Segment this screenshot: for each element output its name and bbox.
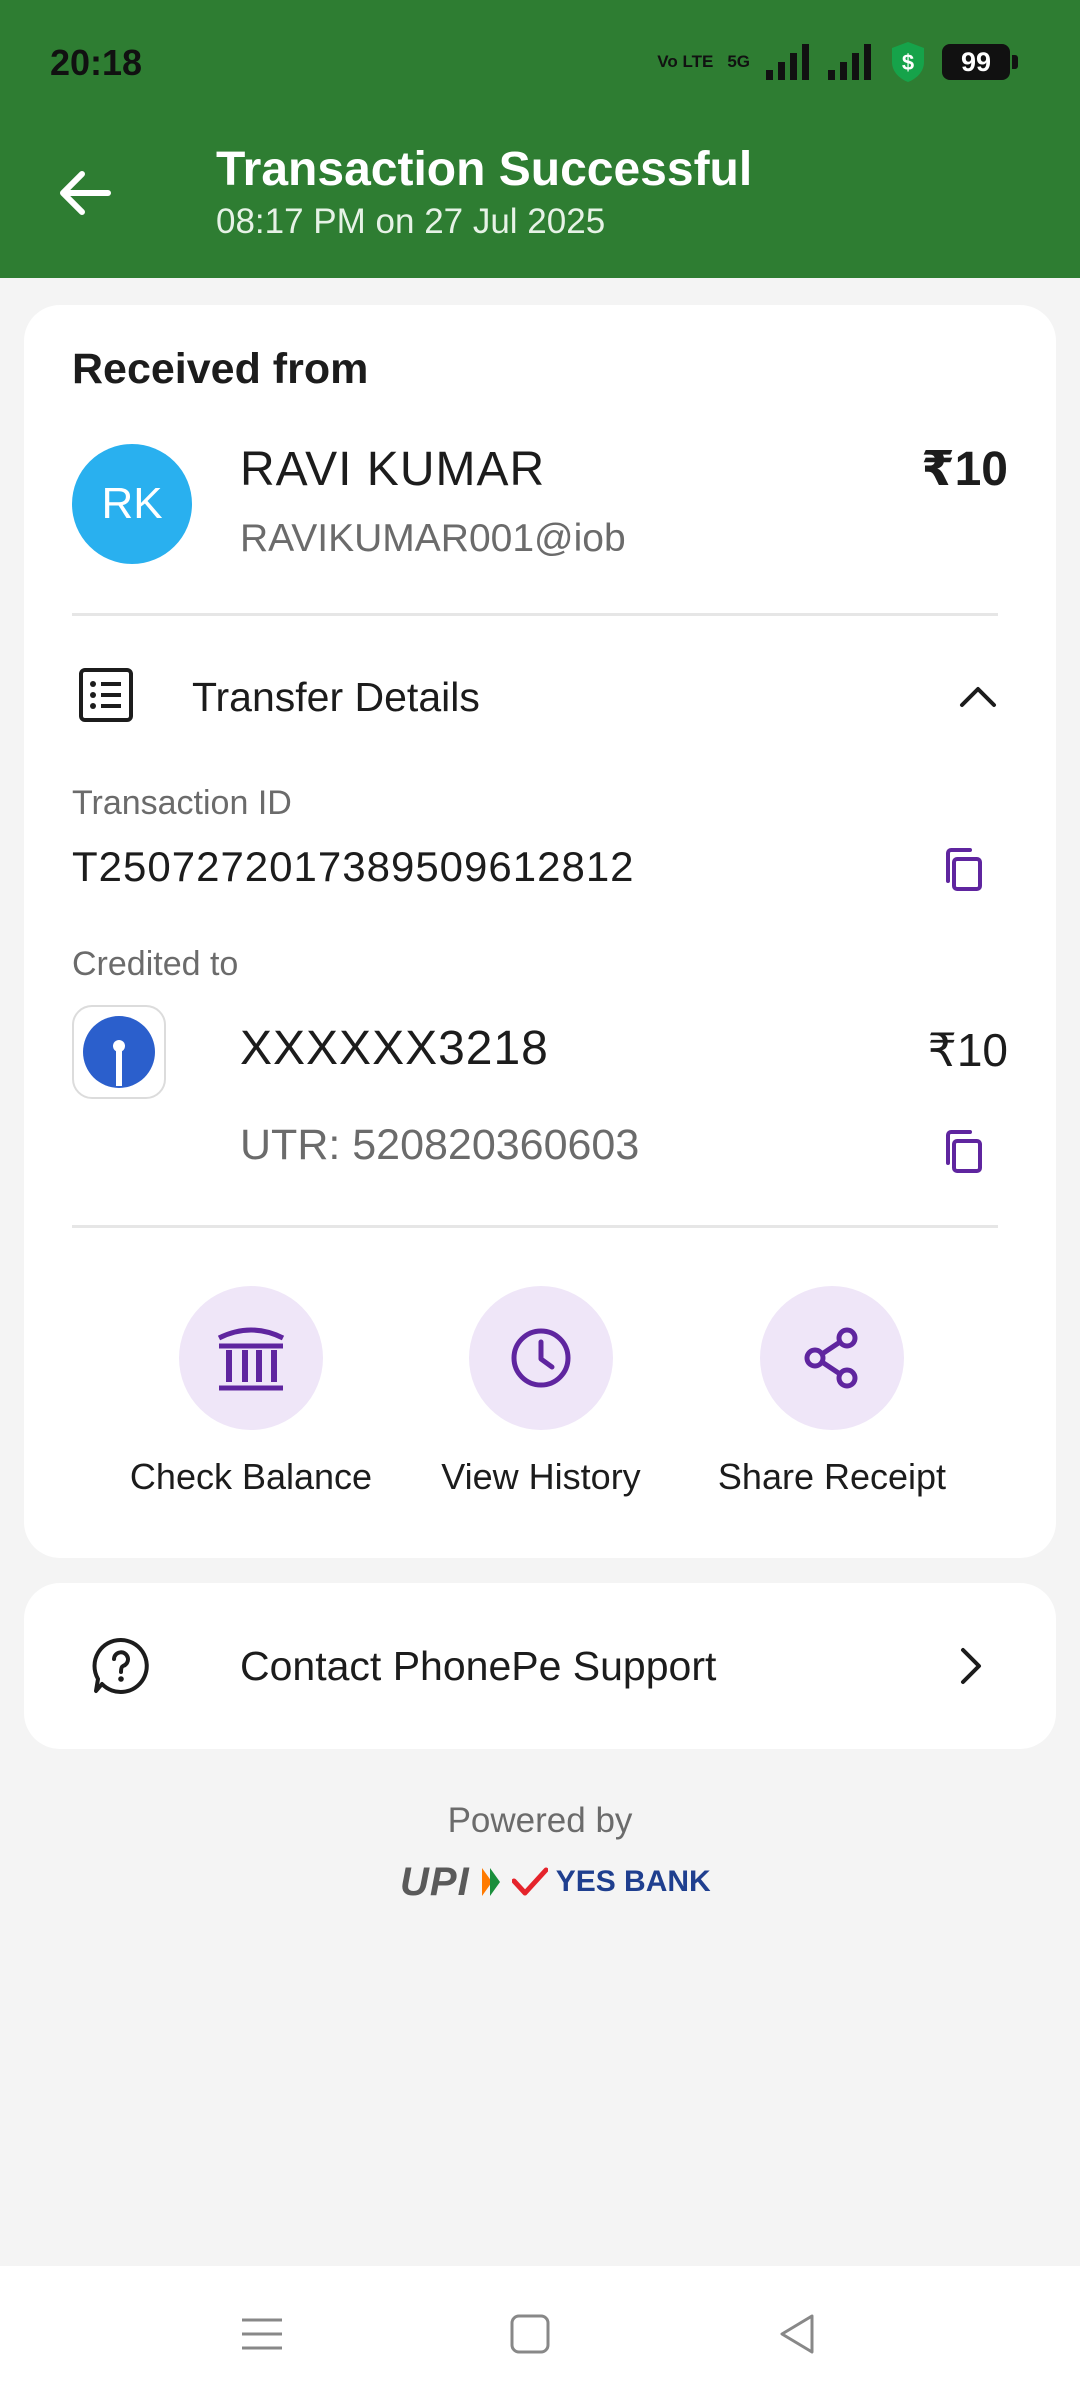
- divider: [72, 613, 998, 616]
- battery-indicator: 99: [942, 44, 1018, 80]
- check-balance-label: Check Balance: [129, 1456, 373, 1497]
- home-square-icon[interactable]: [502, 2306, 558, 2362]
- status-bar: 20:18 Vo LTE 5G $ 99: [0, 0, 1080, 124]
- credited-amount: ₹10: [927, 1024, 1008, 1076]
- copy-utr-icon[interactable]: [940, 1127, 990, 1177]
- bank-icon: [217, 1327, 285, 1391]
- shield-dollar-icon: $: [892, 42, 924, 82]
- menu-icon[interactable]: [234, 2306, 290, 2362]
- contact-support-label: Contact PhonePe Support: [240, 1643, 717, 1689]
- view-history-circle[interactable]: [469, 1286, 613, 1430]
- powered-by-label: Powered by: [447, 1801, 633, 1840]
- system-nav-bar: [0, 2266, 1080, 2400]
- payer-name: RAVI KUMAR: [240, 443, 546, 496]
- credited-account: XXXXXX3218: [240, 1022, 549, 1075]
- received-from-label: Received from: [72, 345, 369, 393]
- upi-logo: UPI: [400, 1859, 470, 1904]
- transaction-card: Received from RK RAVI KUMAR RAVIKUMAR001…: [24, 305, 1056, 1558]
- transfer-details-toggle[interactable]: Transfer Details: [192, 674, 480, 721]
- utr-number: UTR: 520820360603: [240, 1121, 640, 1169]
- bank-logo: [72, 1005, 166, 1099]
- transaction-id-label: Transaction ID: [72, 784, 292, 822]
- share-receipt-button[interactable]: Share Receipt: [707, 1286, 957, 1498]
- share-icon: [804, 1327, 858, 1389]
- network-5g: 5G: [727, 52, 750, 71]
- back-arrow-icon[interactable]: [52, 160, 118, 226]
- help-question-icon: [92, 1637, 149, 1694]
- signal-icon: [766, 44, 809, 80]
- clock-icon: [511, 1328, 571, 1388]
- view-history-label: View History: [441, 1456, 641, 1497]
- page-title: Transaction Successful: [216, 143, 753, 196]
- network-type: Vo LTE: [657, 52, 714, 71]
- upi-arrow-icon: [481, 1868, 500, 1896]
- partner-logos: UPI YES BANK: [400, 1860, 711, 1904]
- divider: [72, 1225, 998, 1228]
- svg-text:$: $: [902, 50, 914, 75]
- view-history-button[interactable]: View History: [416, 1286, 666, 1498]
- signal-icon-2: [828, 44, 871, 80]
- yes-bank-logo: YES BANK: [555, 1865, 711, 1898]
- bank-logo-icon: [83, 1016, 155, 1088]
- check-balance-circle[interactable]: [179, 1286, 323, 1430]
- check-balance-button[interactable]: Check Balance: [126, 1286, 376, 1498]
- payer-vpa: RAVIKUMAR001@iob: [240, 517, 626, 560]
- header-bar: 20:18 Vo LTE 5G $ 99 Transaction Success…: [0, 0, 1080, 278]
- contact-support-button[interactable]: Contact PhonePe Support: [24, 1583, 1056, 1749]
- transaction-datetime: 08:17 PM on 27 Jul 2025: [216, 202, 606, 241]
- credited-to-label: Credited to: [72, 945, 239, 983]
- share-receipt-label: Share Receipt: [717, 1456, 947, 1497]
- back-triangle-icon[interactable]: [770, 2306, 826, 2362]
- avatar: RK: [72, 444, 192, 564]
- transaction-id: T2507272017389509612812: [72, 843, 635, 890]
- share-receipt-circle[interactable]: [760, 1286, 904, 1430]
- yes-bank-tick-icon: [511, 1867, 548, 1896]
- chevron-right-icon: [961, 1648, 981, 1684]
- receipt-list-icon: [79, 668, 133, 722]
- copy-icon[interactable]: [940, 845, 990, 895]
- status-time: 20:18: [50, 42, 143, 83]
- status-icons: Vo LTE 5G $ 99: [657, 40, 1018, 84]
- chevron-up-icon[interactable]: [956, 675, 1000, 719]
- received-amount: ₹10: [921, 443, 1008, 496]
